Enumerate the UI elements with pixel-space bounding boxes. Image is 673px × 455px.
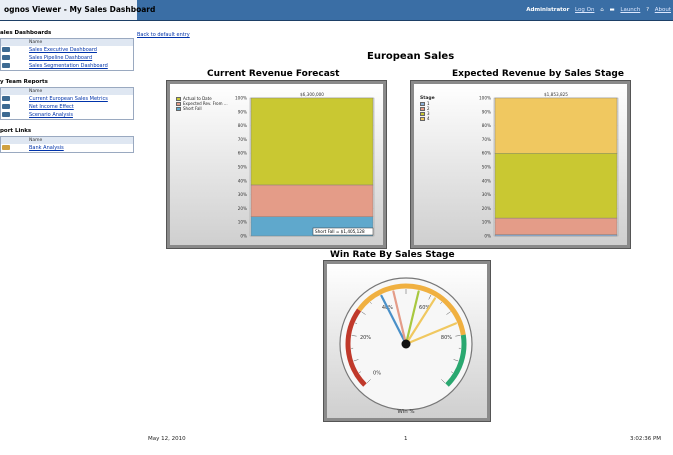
total-label: $6,300,000	[300, 92, 324, 97]
y-tick-label: 0%	[484, 234, 491, 239]
revenue-forecast-chart: Actual to Date Expected Rev. From ... Shor…	[166, 80, 387, 249]
list-item[interactable]: Sales Executive Dashboard	[1, 46, 133, 54]
y-tick-label: 80%	[238, 123, 247, 128]
y-tick-label: 40%	[238, 178, 247, 183]
page-title: European Sales	[367, 51, 455, 62]
chart-title-win-rate: Win Rate By Sales Stage	[330, 250, 455, 260]
gauge-scale-label: 20%	[360, 335, 371, 341]
gauge-hub	[401, 339, 411, 349]
viewer-title-bar: ognos Viewer - My Sales Dashboard Admini…	[0, 0, 673, 21]
list-item[interactable]: Net Income Effect	[1, 103, 133, 111]
list-header: Name	[1, 39, 133, 46]
bar-segment	[494, 234, 618, 237]
y-tick-label: 20%	[482, 206, 491, 211]
y-tick-label: 60%	[238, 151, 247, 156]
left-panel: ales Dashboards Name Sales Executive Das…	[0, 22, 137, 455]
tooltip: Short Fall = $1,405,128	[312, 227, 374, 236]
sales-dashboards-list: Name Sales Executive Dashboard Sales Pip…	[0, 38, 134, 71]
help-icon[interactable]: ?	[646, 7, 649, 13]
win-rate-gauge: 0%20%40%60%80%Win %	[323, 260, 491, 422]
report-icon	[2, 112, 10, 117]
list-item[interactable]: Sales Pipeline Dashboard	[1, 54, 133, 62]
report-icon	[2, 63, 10, 68]
expected-revenue-chart: Stage 1 2 3 4 100% 90% 80% 70% 60% 50% 40% 30% 20% 10…	[410, 80, 631, 249]
section-title: ales Dashboards	[0, 30, 52, 36]
tooltip-text: Short Fall = $1,405,128	[315, 229, 365, 234]
list-item[interactable]: Current European Sales Metrics	[1, 95, 133, 103]
bar-segment	[494, 217, 618, 235]
list-header: Name	[1, 88, 133, 95]
folder-icon[interactable]: ▬	[609, 7, 614, 13]
footer-date: May 12, 2010	[148, 436, 186, 442]
bar-segment	[494, 152, 618, 219]
section-title: port Links	[0, 128, 32, 134]
chart-title-expected-revenue: Expected Revenue by Sales Stage	[452, 69, 624, 79]
user-name: Administrator	[526, 7, 570, 13]
log-on-link[interactable]: Log On	[575, 7, 594, 13]
y-tick-label: 80%	[482, 123, 491, 128]
back-to-default-link[interactable]: Back to default entry	[137, 32, 190, 38]
report-icon	[2, 55, 10, 60]
y-tick-label: 40%	[482, 178, 491, 183]
launch-link[interactable]: Launch	[620, 7, 640, 13]
chart-title-revenue-forecast: Current Revenue Forecast	[207, 69, 340, 79]
y-tick-label: 30%	[482, 192, 491, 197]
y-tick-label: 30%	[238, 192, 247, 197]
y-tick-label: 10%	[238, 220, 247, 225]
report-links-list: Name Bank Analysis	[0, 136, 134, 153]
list-item[interactable]: Sales Segmentation Dashboard	[1, 62, 133, 70]
y-tick-label: 100%	[479, 96, 491, 101]
report-icon	[2, 104, 10, 109]
y-tick-label: 70%	[238, 137, 247, 142]
y-tick-label: 20%	[238, 206, 247, 211]
list-header: Name	[1, 137, 133, 144]
y-tick-label: 50%	[238, 165, 247, 170]
y-tick-label: 0%	[240, 234, 247, 239]
y-tick-label: 100%	[235, 96, 247, 101]
app-title: ognos Viewer - My Sales Dashboard	[0, 0, 155, 20]
y-tick-label: 90%	[238, 109, 247, 114]
about-link[interactable]: About	[655, 7, 671, 13]
y-tick-label: 60%	[482, 151, 491, 156]
y-tick-label: 90%	[482, 109, 491, 114]
y-tick-label: 70%	[482, 137, 491, 142]
expected-revenue-svg: 100% 90% 80% 70% 60% 50% 40% 30% 20% 10% 0% $1,853,…	[479, 92, 619, 239]
total-label: $1,853,825	[544, 92, 568, 97]
link-icon	[2, 145, 10, 150]
revenue-forecast-svg: 100% 90% 80% 70% 60% 50% 40% 30% 20% 10% 0% $6,300,…	[235, 92, 375, 239]
gauge-scale-label: 80%	[441, 335, 452, 341]
team-reports-list: Name Current European Sales Metrics Net …	[0, 87, 134, 120]
y-tick-label: 10%	[482, 220, 491, 225]
section-title: y Team Reports	[0, 79, 48, 85]
win-rate-gauge-svg: 0%20%40%60%80%Win %	[339, 277, 473, 415]
y-tick-label: 50%	[482, 165, 491, 170]
gauge-label: Win %	[397, 409, 414, 415]
report-icon	[2, 47, 10, 52]
gauge-scale-label: 0%	[373, 370, 381, 376]
list-item[interactable]: Scenario Analysis	[1, 111, 133, 119]
bar-segment	[250, 97, 374, 186]
list-item[interactable]: Bank Analysis	[1, 144, 133, 152]
titlebar-actions: Administrator Log On ⌂ ▬ Launch ? About	[522, 0, 671, 20]
bar-segment	[250, 184, 374, 217]
footer-time: 3:02:36 PM	[630, 436, 662, 442]
footer-page-number: 1	[404, 436, 408, 442]
bar-segment	[494, 97, 618, 154]
report-icon	[2, 96, 10, 101]
home-icon[interactable]: ⌂	[600, 7, 604, 13]
